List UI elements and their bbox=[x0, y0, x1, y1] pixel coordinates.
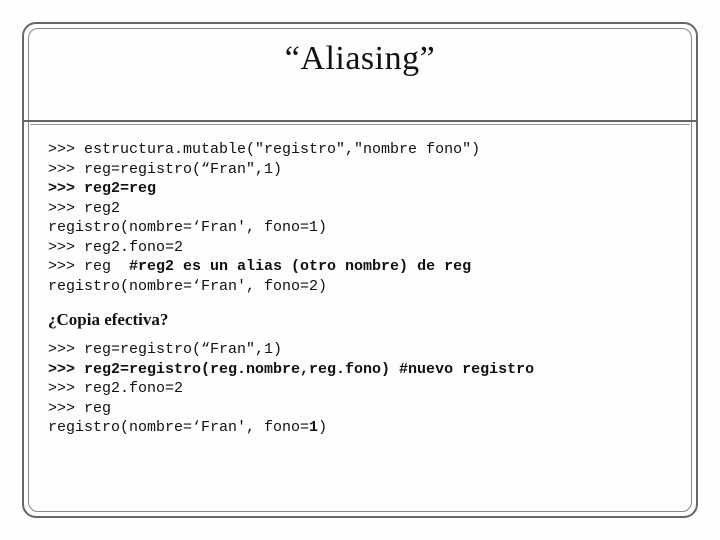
code-line: ) bbox=[318, 419, 327, 436]
code-line: >>> reg bbox=[48, 400, 111, 417]
code-emph: 1 bbox=[309, 419, 318, 436]
code-line: >>> reg2.fono=2 bbox=[48, 380, 183, 397]
code-line: >>> reg=registro(“Fran",1) bbox=[48, 341, 282, 358]
code-line: >>> reg2.fono=2 bbox=[48, 239, 183, 256]
code-block-copy: >>> reg=registro(“Fran",1) >>> reg2=regi… bbox=[48, 340, 672, 438]
code-line: >>> reg2 bbox=[48, 200, 120, 217]
slide-title: “Aliasing” bbox=[26, 40, 694, 78]
code-line: >>> reg=registro(“Fran",1) bbox=[48, 161, 282, 178]
content-area: >>> estructura.mutable("registro","nombr… bbox=[48, 140, 672, 452]
subheading-copy: ¿Copia efectiva? bbox=[48, 310, 672, 330]
code-line: >>> estructura.mutable("registro","nombr… bbox=[48, 141, 480, 158]
code-line-bold: >>> reg2=registro(reg.nombre,reg.fono) #… bbox=[48, 361, 534, 378]
code-comment-bold: #reg2 es un alias (otro nombre) de reg bbox=[129, 258, 471, 275]
title-divider bbox=[24, 120, 696, 122]
code-line: registro(nombre=‘Fran', fono= bbox=[48, 419, 309, 436]
title-divider-inner bbox=[30, 124, 690, 125]
code-line: registro(nombre=‘Fran', fono=2) bbox=[48, 278, 327, 295]
slide: “Aliasing” >>> estructura.mutable("regis… bbox=[0, 0, 720, 540]
code-line: registro(nombre=‘Fran', fono=1) bbox=[48, 219, 327, 236]
code-line: >>> reg bbox=[48, 258, 129, 275]
code-block-aliasing: >>> estructura.mutable("registro","nombr… bbox=[48, 140, 672, 296]
code-line-bold: >>> reg2=reg bbox=[48, 180, 156, 197]
